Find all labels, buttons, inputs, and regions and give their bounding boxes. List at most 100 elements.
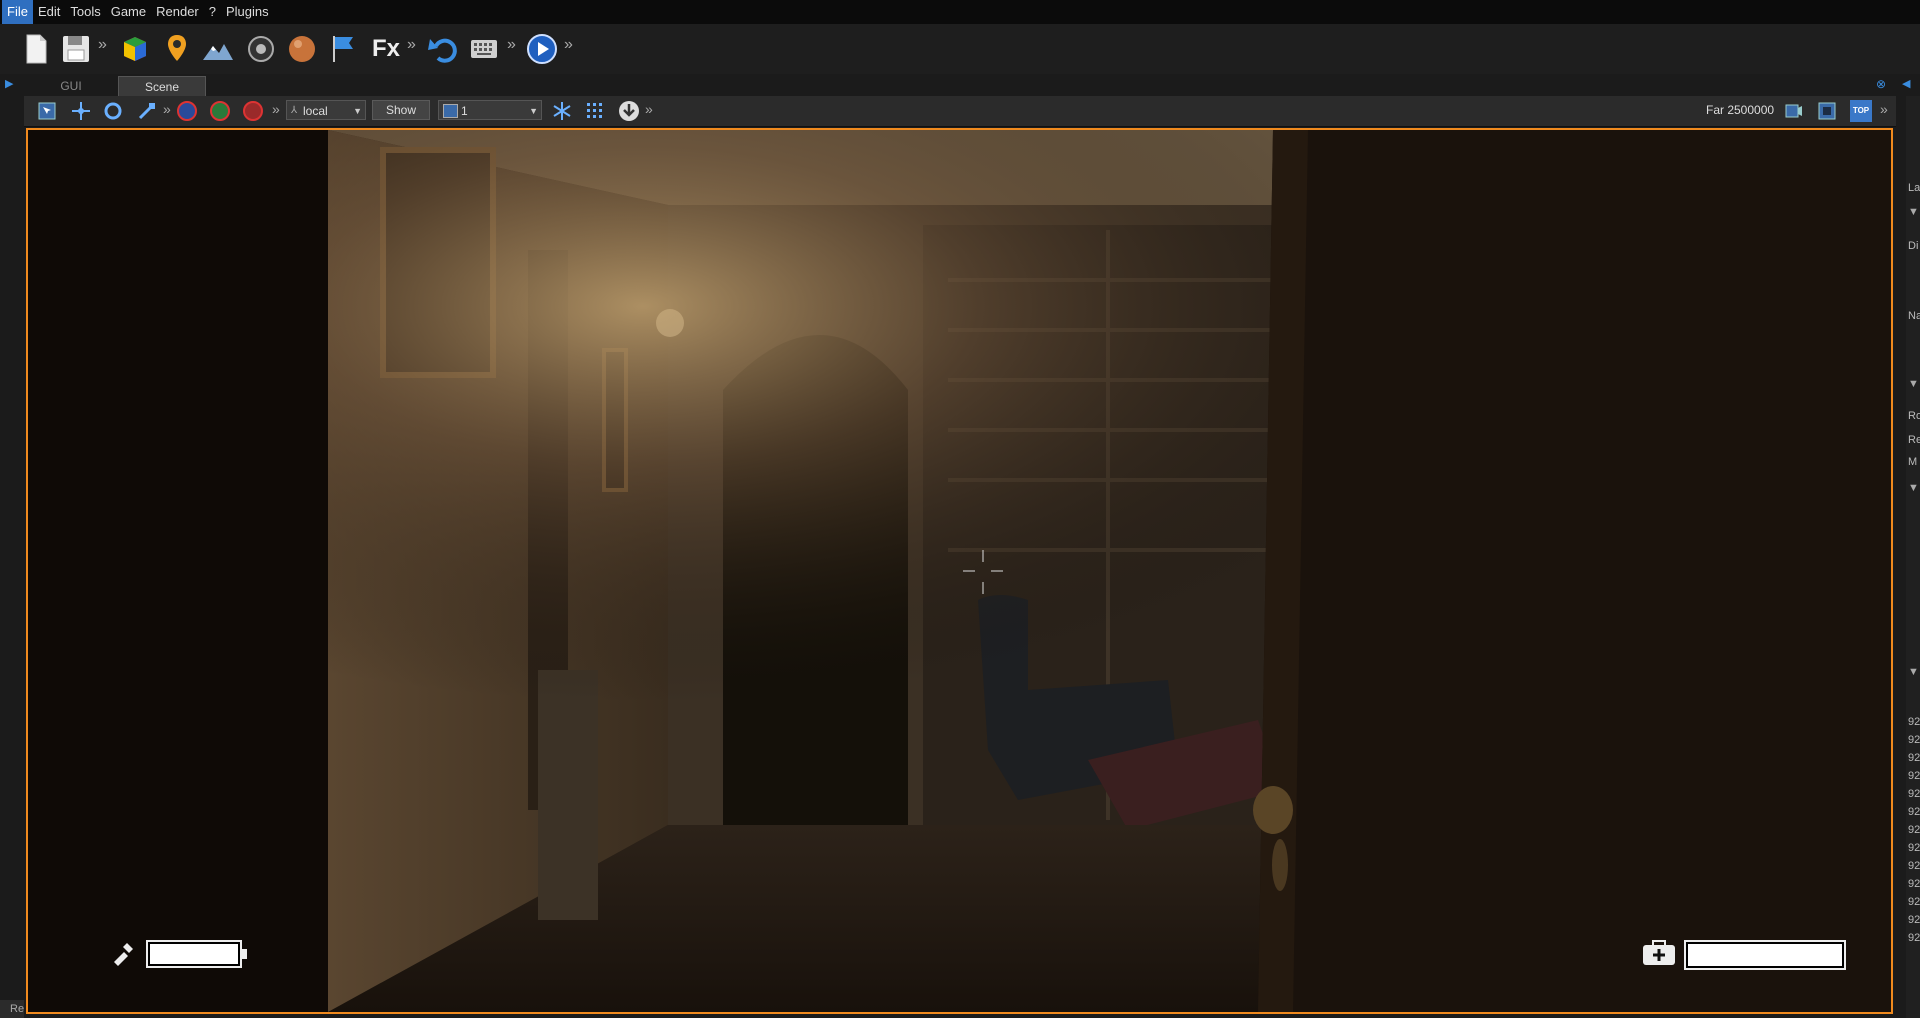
undo-icon: [428, 38, 457, 63]
snowflake-icon: [553, 102, 571, 120]
select-tool-button[interactable]: [36, 100, 58, 122]
scene-viewport[interactable]: [26, 128, 1893, 1014]
material-button[interactable]: [285, 32, 319, 66]
toolbar-overflow-2[interactable]: »: [407, 36, 416, 54]
panel-label-layer: La: [1908, 182, 1920, 194]
collapse-icon[interactable]: ▼: [1908, 482, 1919, 494]
menu-game[interactable]: Game: [106, 0, 151, 24]
camera-button[interactable]: [1782, 100, 1804, 122]
terrain-button[interactable]: [201, 32, 235, 66]
tab-scene[interactable]: Scene: [118, 76, 206, 97]
space-select[interactable]: ⅄ local ▼: [286, 100, 366, 120]
menu-help[interactable]: ?: [204, 0, 221, 24]
log-line: 92: [1908, 896, 1920, 908]
vehicle-button[interactable]: [244, 32, 278, 66]
drop-to-ground-button[interactable]: [618, 100, 640, 122]
go-blue-icon: [177, 101, 197, 121]
log-line: 92: [1908, 734, 1920, 746]
menu-render[interactable]: Render: [151, 0, 204, 24]
panel-label-ro: Ro: [1908, 410, 1920, 422]
hallway-scene-render: [28, 130, 1891, 1012]
save-icon: [63, 36, 89, 62]
log-line: 92: [1908, 770, 1920, 782]
log-line: 92: [1908, 824, 1920, 836]
flashlight-battery-fill: [150, 944, 238, 964]
health-fill: [1688, 944, 1842, 966]
camera-view-icon: [1785, 104, 1802, 118]
layer-icon: [443, 104, 458, 118]
tab-gui[interactable]: GUI: [56, 76, 86, 96]
log-line: 92: [1908, 860, 1920, 872]
expand-left-icon[interactable]: ▶: [5, 77, 13, 90]
new-file-icon: [26, 34, 47, 64]
move-tool-button[interactable]: [70, 100, 92, 122]
download-icon: [619, 101, 639, 121]
panel-label-na: Na: [1908, 310, 1920, 322]
keyboard-icon: [471, 40, 497, 58]
go-button-3[interactable]: [242, 100, 264, 122]
flashlight-icon: [108, 940, 136, 968]
collapse-icon[interactable]: ▼: [1908, 378, 1919, 390]
flashlight-battery-bar: [146, 940, 242, 968]
far-clip-label[interactable]: Far 2500000: [1706, 103, 1774, 117]
grid-button[interactable]: [584, 100, 606, 122]
scale-icon: [138, 103, 155, 120]
scale-tool-button[interactable]: [136, 100, 158, 122]
chevron-down-icon: ▼: [353, 106, 362, 116]
fullscreen-button[interactable]: [1816, 100, 1838, 122]
menu-tools[interactable]: Tools: [65, 0, 105, 24]
keyboard-button[interactable]: [467, 32, 501, 66]
axis-icon: ⅄: [291, 105, 298, 116]
vp-overflow-1[interactable]: »: [163, 101, 171, 117]
collapse-icon[interactable]: ▼: [1908, 666, 1919, 678]
go-button-1[interactable]: [176, 100, 198, 122]
medkit-icon: [1642, 940, 1676, 966]
save-button[interactable]: [59, 32, 93, 66]
layer-select-value: 1: [461, 104, 468, 118]
undo-button[interactable]: [427, 32, 461, 66]
play-icon: [527, 34, 557, 64]
layer-select[interactable]: 1 ▼: [438, 100, 542, 120]
select-icon: [38, 102, 56, 120]
flag-icon: [333, 36, 353, 62]
fx-button[interactable]: Fx: [369, 32, 403, 66]
top-view-button[interactable]: TOP: [1850, 100, 1872, 122]
cube-tool-button[interactable]: [118, 32, 152, 66]
go-button-2[interactable]: [209, 100, 231, 122]
flag-button[interactable]: [326, 32, 360, 66]
vp-overflow-3[interactable]: »: [645, 101, 653, 117]
mountain-icon: [203, 44, 233, 60]
health-bar: [1684, 940, 1846, 970]
vp-overflow-2[interactable]: »: [272, 101, 280, 117]
play-button[interactable]: [525, 32, 559, 66]
toolbar-overflow-3[interactable]: »: [507, 36, 516, 54]
menu-bar: File Edit Tools Game Render? Plugins: [0, 0, 1920, 24]
log-line: 92: [1908, 914, 1920, 926]
map-pin-icon: [168, 35, 186, 61]
log-line: 92: [1908, 878, 1920, 890]
move-icon: [72, 102, 90, 120]
menu-plugins[interactable]: Plugins: [221, 0, 274, 24]
fullscreen-icon: [1818, 102, 1836, 120]
toolbar-overflow-4[interactable]: »: [564, 36, 573, 54]
properties-panel: La ▼ Di Na ▼ Ro Re M ▼ ▼ 92 92 92 92 92 …: [1906, 96, 1920, 1018]
toolbar-overflow-1[interactable]: »: [98, 36, 107, 54]
log-line: 92: [1908, 716, 1920, 728]
show-button[interactable]: Show: [372, 100, 430, 120]
battery-terminal: [242, 949, 247, 959]
close-tab-icon[interactable]: ⊗: [1876, 77, 1886, 91]
log-line: 92: [1908, 932, 1920, 944]
menu-file[interactable]: File: [2, 0, 33, 24]
vp-overflow-4[interactable]: »: [1880, 101, 1888, 117]
collapse-icon[interactable]: ▼: [1908, 206, 1919, 218]
new-file-button[interactable]: [19, 32, 53, 66]
rotate-tool-button[interactable]: [102, 100, 124, 122]
main-toolbar: » Fx » » »: [0, 24, 1920, 74]
log-line: 92: [1908, 788, 1920, 800]
location-button[interactable]: [160, 32, 194, 66]
menu-edit[interactable]: Edit: [33, 0, 65, 24]
expand-right-icon[interactable]: ◀: [1902, 77, 1910, 90]
panel-label-di: Di: [1908, 240, 1919, 252]
freeze-button[interactable]: [551, 100, 573, 122]
rotate-icon: [104, 102, 122, 120]
